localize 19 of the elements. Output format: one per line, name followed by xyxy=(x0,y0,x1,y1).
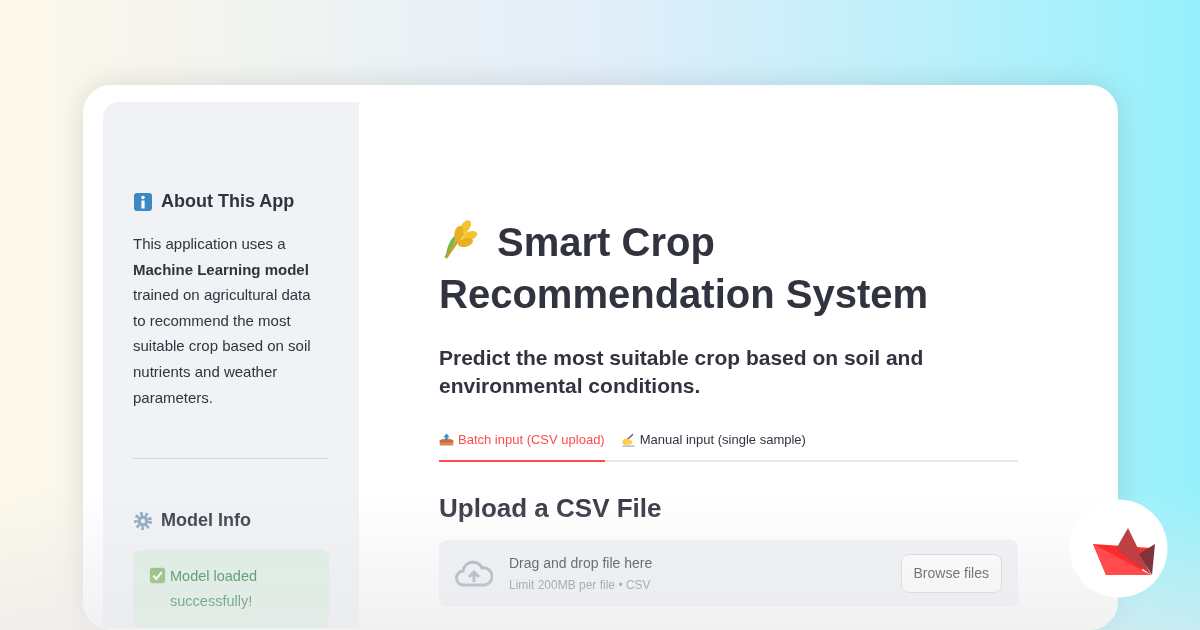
dropzone-limit: Limit 200MB per file • CSV xyxy=(509,576,652,594)
page-title: Smart Crop Recommendation System xyxy=(439,216,1018,320)
browse-files-button[interactable]: Browse files xyxy=(900,553,1002,593)
gear-icon xyxy=(133,510,153,531)
subtitle: Predict the most suitable crop based on soil and environmental conditions. xyxy=(439,345,925,399)
cloud-upload-icon xyxy=(455,559,493,587)
info-icon xyxy=(133,191,153,212)
file-dropzone[interactable]: Drag and drop file here Limit 200MB per file • CSV Browse files xyxy=(439,539,1018,607)
dropzone-instruction: Drag and drop file here xyxy=(509,553,654,573)
tab[interactable]: Batch input (CSV upload) xyxy=(439,430,605,462)
outbox-icon xyxy=(439,432,454,448)
sidebar-heading: Model Info xyxy=(161,509,251,533)
check-icon xyxy=(149,567,166,585)
alert-message: Model loaded successfully! xyxy=(170,567,259,612)
writing-hand-icon xyxy=(620,432,636,448)
sidebar-heading: About This App xyxy=(161,190,295,213)
section-heading: Upload a CSV File xyxy=(439,491,663,525)
tab[interactable]: Manual input (single sample) xyxy=(620,430,806,462)
about-paragraph: This application uses a Machine Learning model trained on agricultural data to recommend the most suitable crop based on soil nutrients and weather parameters. xyxy=(133,234,312,408)
